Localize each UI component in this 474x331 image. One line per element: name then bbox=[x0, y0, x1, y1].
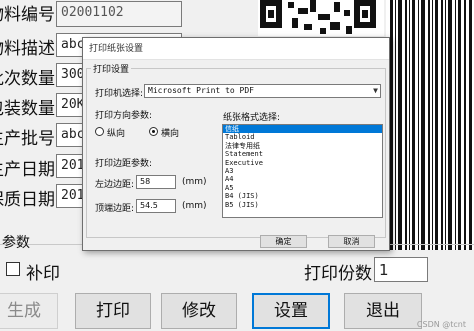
left-margin-unit: (mm) bbox=[182, 177, 207, 187]
material-code-field[interactable]: 02001102 bbox=[56, 1, 182, 27]
cancel-button[interactable]: 取消 bbox=[328, 235, 375, 248]
paper-format-label: 纸张格式选择: bbox=[223, 113, 281, 123]
landscape-radio[interactable] bbox=[149, 127, 158, 136]
paper-option[interactable]: Executive bbox=[223, 159, 382, 167]
paper-format-list[interactable]: 信纸 Tabloid 法律专用纸 Statement Executive A3 … bbox=[222, 124, 383, 218]
portrait-radio[interactable] bbox=[95, 127, 104, 136]
paper-option[interactable]: 信纸 bbox=[223, 125, 382, 134]
margin-label: 打印边距参数: bbox=[95, 159, 153, 169]
field-label-pack-qty: 包装数量 bbox=[0, 99, 55, 119]
settings-button[interactable]: 设置 bbox=[252, 293, 330, 329]
printer-select-value: Microsoft Print to PDF bbox=[148, 86, 254, 95]
left-margin-label: 左边边距: bbox=[95, 180, 135, 190]
top-margin-input[interactable]: 54.5 bbox=[136, 199, 176, 213]
exit-button[interactable]: 退出 bbox=[344, 293, 422, 329]
copies-field[interactable]: 1 bbox=[374, 257, 428, 282]
field-label-expiry-date: 保质日期 bbox=[0, 190, 55, 210]
paper-option[interactable]: 法律专用纸 bbox=[223, 142, 382, 150]
print-settings-dialog: 打印纸张设置 打印设置 打印机选择: Microsoft Print to PD… bbox=[82, 37, 390, 251]
modify-button[interactable]: 修改 bbox=[161, 293, 237, 329]
reprint-checkbox[interactable] bbox=[6, 262, 20, 276]
reprint-label: 补印 bbox=[26, 264, 60, 284]
watermark-text: CSDN @tcnt bbox=[416, 320, 466, 329]
paper-option[interactable]: Tabloid bbox=[223, 133, 382, 141]
generate-button[interactable]: 生成 bbox=[0, 293, 58, 329]
field-label-material-code: 物料编号 bbox=[0, 5, 55, 25]
print-button[interactable]: 打印 bbox=[75, 293, 151, 329]
direction-label: 打印方向参数: bbox=[95, 111, 153, 121]
field-label-batch-no: 生产批号 bbox=[0, 129, 55, 149]
top-margin-unit: (mm) bbox=[182, 201, 207, 211]
left-margin-input[interactable]: 58 bbox=[136, 175, 176, 189]
dialog-title: 打印纸张设置 bbox=[83, 38, 389, 60]
paper-option[interactable]: A3 bbox=[223, 167, 382, 175]
ok-button[interactable]: 确定 bbox=[260, 235, 307, 248]
copies-label: 打印份数 bbox=[304, 264, 372, 284]
field-label-batch-qty: 批次数量 bbox=[0, 69, 55, 89]
barcode-image bbox=[386, 0, 474, 250]
paper-option[interactable]: A5 bbox=[223, 184, 382, 192]
portrait-label: 纵向 bbox=[107, 129, 126, 139]
paper-option[interactable]: A4 bbox=[223, 175, 382, 183]
printer-select[interactable]: Microsoft Print to PDF ▼ bbox=[144, 84, 381, 98]
print-settings-group-label: 打印设置 bbox=[91, 62, 132, 75]
top-margin-label: 顶端边距: bbox=[95, 204, 135, 214]
paper-option[interactable]: B4 (JIS) bbox=[223, 192, 382, 200]
params-group-label: 参数 bbox=[2, 235, 30, 251]
qr-code-image bbox=[258, 0, 384, 36]
paper-option[interactable]: B5 (JIS) bbox=[223, 201, 382, 209]
field-label-material-desc: 物料描述 bbox=[0, 39, 55, 59]
chevron-down-icon: ▼ bbox=[373, 86, 378, 95]
field-label-prod-date: 生产日期 bbox=[0, 160, 55, 180]
paper-option[interactable]: Statement bbox=[223, 150, 382, 158]
printer-label: 打印机选择: bbox=[95, 89, 144, 99]
landscape-label: 横向 bbox=[161, 129, 180, 139]
